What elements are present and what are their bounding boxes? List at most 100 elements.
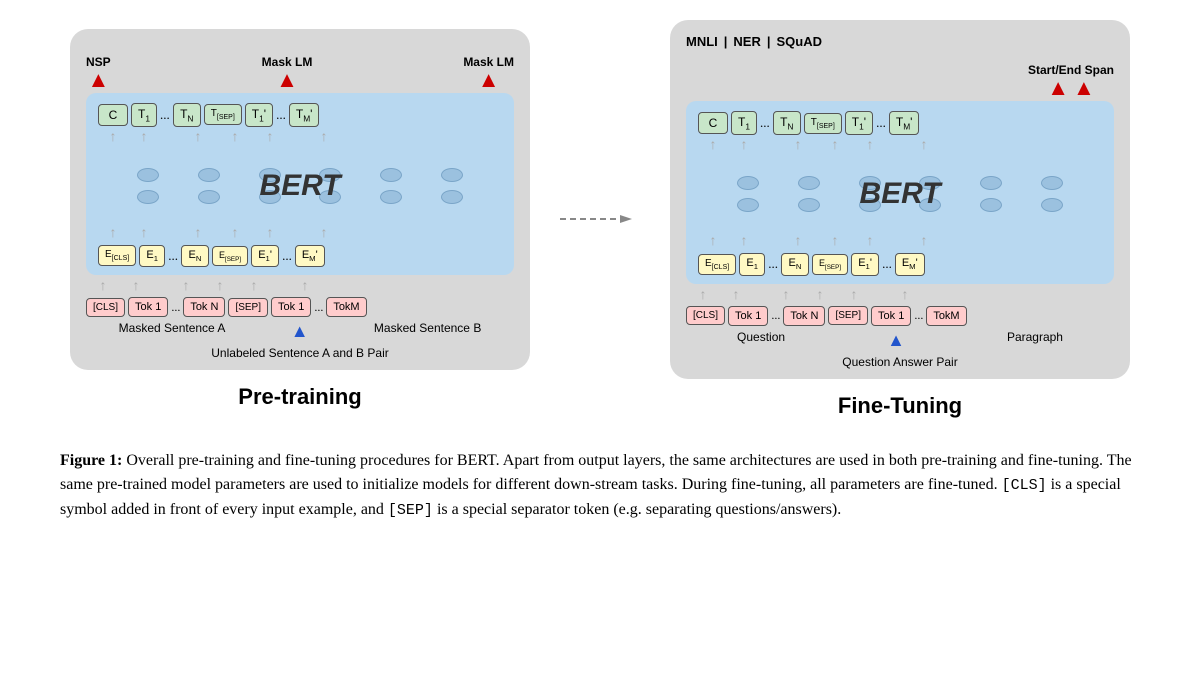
pt-raw-SEP: [SEP]: [228, 298, 268, 317]
pt-out-C: C: [98, 104, 128, 126]
pt-bert-box: BERT: [98, 150, 502, 222]
ft-emb-EN: EN: [781, 253, 809, 275]
pt-arr1: ↑: [98, 130, 128, 146]
pt-out-T1: T1: [131, 103, 157, 127]
pt-sent-a-label: Masked Sentence A: [119, 321, 226, 342]
pt-rawup4: ↑: [202, 279, 238, 295]
ft-top-annotations: Start/End Span ▲ ▲: [686, 51, 1114, 99]
pt-emb-ESEP: E[SEP]: [212, 246, 248, 267]
pt-arr3: ↑: [183, 130, 213, 146]
ft-question-label: Question: [737, 330, 785, 351]
pretraining-box: NSP ▲ Mask LM ▲ Mask LM ▲: [70, 29, 530, 371]
ft-raw-tokM: TokM: [926, 306, 966, 326]
ft-paragraph-label: Paragraph: [1007, 330, 1063, 351]
pt-darr5: ↑: [257, 226, 283, 242]
pt-darr4: ↑: [216, 226, 254, 242]
pt-out-TSEP: T[SEP]: [204, 104, 242, 125]
pt-out-dots1: ...: [160, 107, 170, 123]
pt-raw-tok1p: Tok 1: [271, 297, 311, 317]
pt-blue-arrow: ▲: [291, 321, 309, 342]
pt-raw-up-arrows: ↑ ↑ ↑ ↑ ↑ ↑: [86, 279, 514, 295]
ft-out-TN: TN: [773, 111, 801, 135]
pt-emb-E1p: E1': [251, 245, 279, 267]
pt-arr4: ↑: [216, 130, 254, 146]
ft-raw-up-arrows: ↑ ↑ ↑ ↑ ↑ ↑: [686, 288, 1114, 304]
pt-out-TN: TN: [173, 103, 201, 127]
ft-bottom-labels: Question ▲ Paragraph: [686, 330, 1114, 351]
pt-sent-b-label: Masked Sentence B: [374, 321, 481, 342]
ft-emb-EMp: EM': [895, 253, 925, 275]
pt-darr2: ↑: [131, 226, 157, 242]
dotted-arrow-svg: [560, 209, 640, 229]
pt-arr2: ↑: [131, 130, 157, 146]
ft-bert-box: BERT: [698, 158, 1102, 230]
pt-rawup1: ↑: [86, 279, 120, 295]
pretraining-section: NSP ▲ Mask LM ▲ Mask LM ▲: [70, 29, 530, 411]
pt-nn-col1: [137, 168, 159, 204]
ft-down-arrows: ↑ ↑ ↑ ↑ ↑ ↑: [698, 234, 1102, 250]
ft-task-ner: NER: [733, 34, 760, 49]
ft-emb-E1p: E1': [851, 253, 879, 275]
pt-nn-col2: [198, 168, 220, 204]
pt-raw-CLS: [CLS]: [86, 298, 125, 317]
pt-blue-arrow-group: ▲: [291, 321, 309, 342]
pt-nn-dot: [441, 168, 463, 182]
ft-raw-tokens: [CLS] Tok 1 ... Tok N [SEP] Tok 1 ... To…: [686, 306, 1114, 326]
pt-emb-E1: E1: [139, 245, 165, 267]
pt-emb-CLS: E[CLS]: [98, 245, 136, 266]
ft-raw-dots1: ...: [771, 308, 780, 323]
pt-out-TMp: TM': [289, 103, 320, 127]
ft-raw-SEP: [SEP]: [828, 306, 868, 325]
pt-emb-EMp: EM': [295, 245, 325, 267]
ft-task-mnli: MNLI: [686, 34, 718, 49]
ft-blue-arrow: ▲: [887, 330, 905, 351]
pt-arr5: ↑: [257, 130, 283, 146]
masklm2-group: Mask LM ▲: [463, 55, 514, 91]
ft-task-sep1: |: [724, 34, 728, 49]
pt-darr1: ↑: [98, 226, 128, 242]
pt-raw-dots2: ...: [314, 300, 323, 315]
pt-nn-col6: [441, 168, 463, 204]
diagrams-row: NSP ▲ Mask LM ▲ Mask LM ▲: [40, 20, 1160, 419]
pt-arr6: ↑: [309, 130, 339, 146]
pt-rawup2: ↑: [123, 279, 149, 295]
pt-sentence-labels: Masked Sentence A ▲ Masked Sentence B: [86, 321, 514, 342]
ft-out-TMp: TM': [889, 111, 920, 135]
ft-span-group: Start/End Span ▲ ▲: [1028, 63, 1114, 99]
ft-out-C: C: [698, 112, 728, 134]
pt-up-arrows1: ↑ ↑ ↑ ↑ ↑ ↑: [98, 130, 502, 146]
pt-nn-dot: [137, 168, 159, 182]
pt-raw-tok1: Tok 1: [128, 297, 168, 317]
pt-top-annotations: NSP ▲ Mask LM ▲ Mask LM ▲: [86, 43, 514, 91]
pt-down-arrows: ↑ ↑ ↑ ↑ ↑ ↑: [98, 226, 502, 242]
connector: [560, 209, 640, 229]
ft-task-squad: SQuAD: [777, 34, 823, 49]
pt-raw-tokN: Tok N: [183, 297, 225, 317]
pt-emb-dots2: ...: [282, 248, 292, 264]
ft-qa-label: Question Answer Pair: [686, 355, 1114, 369]
masklm2-arrow: ▲: [478, 69, 500, 91]
ft-emb-ESEP: E[SEP]: [812, 254, 848, 275]
ft-task-labels: MNLI | NER | SQuAD: [686, 34, 1114, 49]
pt-out-dots2: ...: [276, 107, 286, 123]
ft-raw-tok1p: Tok 1: [871, 306, 911, 326]
pt-nn-col5: [380, 168, 402, 204]
pt-rawup5: ↑: [241, 279, 267, 295]
pretraining-title: Pre-training: [238, 384, 361, 410]
ft-blue-inner: C T1 ... TN T[SEP] T1' ... TM' ↑ ↑: [686, 101, 1114, 284]
finetuning-title: Fine-Tuning: [838, 393, 962, 419]
ft-output-tokens: C T1 ... TN T[SEP] T1' ... TM': [698, 111, 1102, 135]
pt-nn-dot: [380, 168, 402, 182]
pt-darr6: ↑: [309, 226, 339, 242]
main-container: NSP ▲ Mask LM ▲ Mask LM ▲: [40, 20, 1160, 523]
ft-raw-dots2: ...: [914, 308, 923, 323]
ft-out-T1: T1: [731, 111, 757, 135]
ft-raw-tok1: Tok 1: [728, 306, 768, 326]
ft-out-dots2: ...: [876, 115, 886, 131]
ft-task-sep2: |: [767, 34, 771, 49]
ft-span-arrows: ▲ ▲: [1047, 77, 1095, 99]
ft-embedding-tokens: E[CLS] E1 ... EN E[SEP] E1' ... EM': [698, 253, 1102, 275]
pt-rawup3: ↑: [173, 279, 199, 295]
finetuning-section: MNLI | NER | SQuAD Start/End Span ▲ ▲: [670, 20, 1130, 419]
pt-bert-label: BERT: [259, 169, 340, 203]
